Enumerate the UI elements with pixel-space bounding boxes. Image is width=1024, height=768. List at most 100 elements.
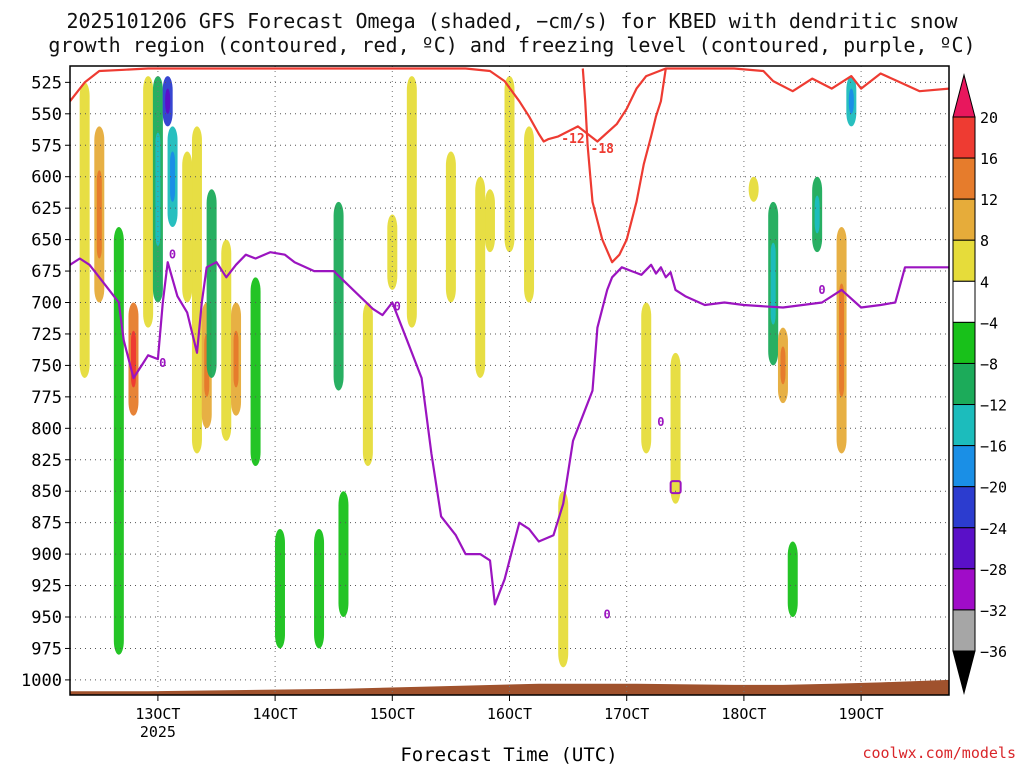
omega-cell — [475, 176, 486, 378]
colorbar-label: 16 — [980, 150, 998, 168]
x-tick-label: 19OCT — [839, 705, 884, 723]
omega-cell — [484, 189, 495, 253]
y-tick-label: 650 — [31, 231, 62, 251]
omega-cell — [191, 126, 202, 454]
y-tick-label: 975 — [31, 639, 62, 659]
x-tick-label: 16OCT — [487, 705, 532, 723]
y-axis: 525 550 575 600 625 650 675 700 725 750 775 800 825 8… — [21, 73, 70, 691]
freezing-level-label: 0 — [159, 356, 166, 370]
y-tick-label: 775 — [31, 388, 62, 408]
freezing-level-label: 0 — [394, 299, 401, 313]
omega-time-height-chart: -12 -18 0 0 0 0 0 0 525 550 575 600 625 650 675 700 725… — [21, 65, 1007, 741]
colorbar-label: −20 — [980, 479, 1007, 497]
x-tick-label: 13OCT — [135, 705, 180, 723]
colorbar-label: 20 — [980, 109, 998, 127]
colorbar-segment — [952, 527, 976, 570]
colorbar-label: 12 — [980, 191, 998, 209]
omega-core — [848, 88, 854, 114]
site-credit-link[interactable]: coolwx.com/models — [862, 744, 1016, 762]
colorbar-label: −36 — [980, 643, 1007, 661]
omega-cell — [314, 528, 325, 649]
colorbar-label: −24 — [980, 520, 1007, 538]
y-tick-label: 800 — [31, 419, 62, 439]
omega-cell — [524, 126, 535, 303]
x-tick-label: 15OCT — [370, 705, 415, 723]
omega-cell — [641, 302, 652, 454]
colorbar-segment — [952, 157, 976, 200]
y-tick-label: 825 — [31, 451, 62, 471]
colorbar-label: 8 — [980, 232, 989, 250]
omega-core — [780, 346, 786, 385]
omega-cell — [274, 528, 285, 649]
omega-core — [96, 170, 102, 259]
x-axis-title: Forecast Time (UTC) — [400, 744, 618, 766]
omega-cell — [748, 176, 759, 202]
y-tick-label: 725 — [31, 325, 62, 345]
y-tick-label: 900 — [31, 545, 62, 565]
colorbar-bottom-arrow — [952, 650, 976, 695]
y-tick-label: 525 — [31, 73, 62, 93]
freezing-level-label: 0 — [818, 283, 825, 297]
x-tick-label: 18OCT — [721, 705, 766, 723]
x-tick-label: 14OCT — [253, 705, 298, 723]
omega-cell — [221, 239, 232, 441]
colorbar-segment — [952, 198, 976, 241]
y-tick-label: 675 — [31, 262, 62, 282]
omega-core — [839, 283, 845, 397]
omega-core — [155, 132, 161, 246]
y-tick-label: 950 — [31, 608, 62, 628]
omega-cell — [143, 76, 154, 328]
freezing-level-label: 0 — [657, 415, 664, 429]
omega-core — [814, 195, 820, 234]
omega-shading-layer — [79, 76, 857, 668]
freezing-level-label: 0 — [169, 248, 176, 262]
dendritic-contour-label: -18 — [591, 142, 615, 157]
colorbar-label: −4 — [980, 314, 998, 332]
colorbar-segment — [952, 445, 976, 488]
omega-core — [770, 242, 776, 325]
omega-cell — [79, 82, 90, 378]
colorbar-top-arrow — [952, 73, 976, 118]
colorbar-label: −16 — [980, 438, 1007, 456]
freezing-level-label: 0 — [604, 607, 611, 621]
omega-cell — [333, 201, 344, 391]
y-tick-label: 625 — [31, 199, 62, 219]
colorbar-label: −28 — [980, 561, 1007, 579]
omega-core — [233, 330, 239, 388]
y-tick-label: 575 — [31, 136, 62, 156]
colorbar-segment — [952, 280, 976, 323]
y-tick-label: 850 — [31, 482, 62, 502]
omega-cell — [445, 151, 456, 303]
dendritic-contour-line — [581, 68, 667, 264]
colorbar-label: −32 — [980, 602, 1007, 620]
colorbar-segment — [952, 116, 976, 159]
omega-core — [165, 88, 171, 114]
omega-cell — [338, 491, 349, 618]
colorbar-segment — [952, 239, 976, 282]
colorbar-segment — [952, 609, 976, 652]
omega-cell — [362, 302, 373, 467]
x-axis: 13OCT 14OCT 15OCT 16OCT 17OCT 18OCT 19OCT 2025 — [135, 695, 884, 741]
y-tick-label: 875 — [31, 514, 62, 534]
omega-cell — [504, 76, 515, 253]
x-tick-label: 17OCT — [604, 705, 649, 723]
y-tick-label: 600 — [31, 168, 62, 188]
omega-cell — [113, 227, 124, 655]
y-tick-label: 550 — [31, 105, 62, 125]
colorbar-legend: 20 16 12 8 4 −4 −8 −12 −16 −20 −24 −28 −32 −36 — [952, 73, 1007, 695]
colorbar-label: 4 — [980, 273, 989, 291]
omega-cell — [182, 151, 193, 303]
colorbar-segment — [952, 486, 976, 529]
omega-cell — [787, 541, 798, 618]
colorbar-segment — [952, 321, 976, 364]
y-tick-label: 750 — [31, 356, 62, 376]
colorbar-segment — [952, 362, 976, 406]
dendritic-contour-label: -12 — [561, 132, 584, 147]
x-year-label: 2025 — [140, 723, 176, 741]
y-tick-label: 925 — [31, 577, 62, 597]
y-tick-label: 700 — [31, 294, 62, 314]
colorbar-label: −8 — [980, 355, 998, 373]
colorbar-segment — [952, 404, 976, 447]
colorbar-segment — [952, 568, 976, 611]
omega-cell — [387, 214, 398, 290]
